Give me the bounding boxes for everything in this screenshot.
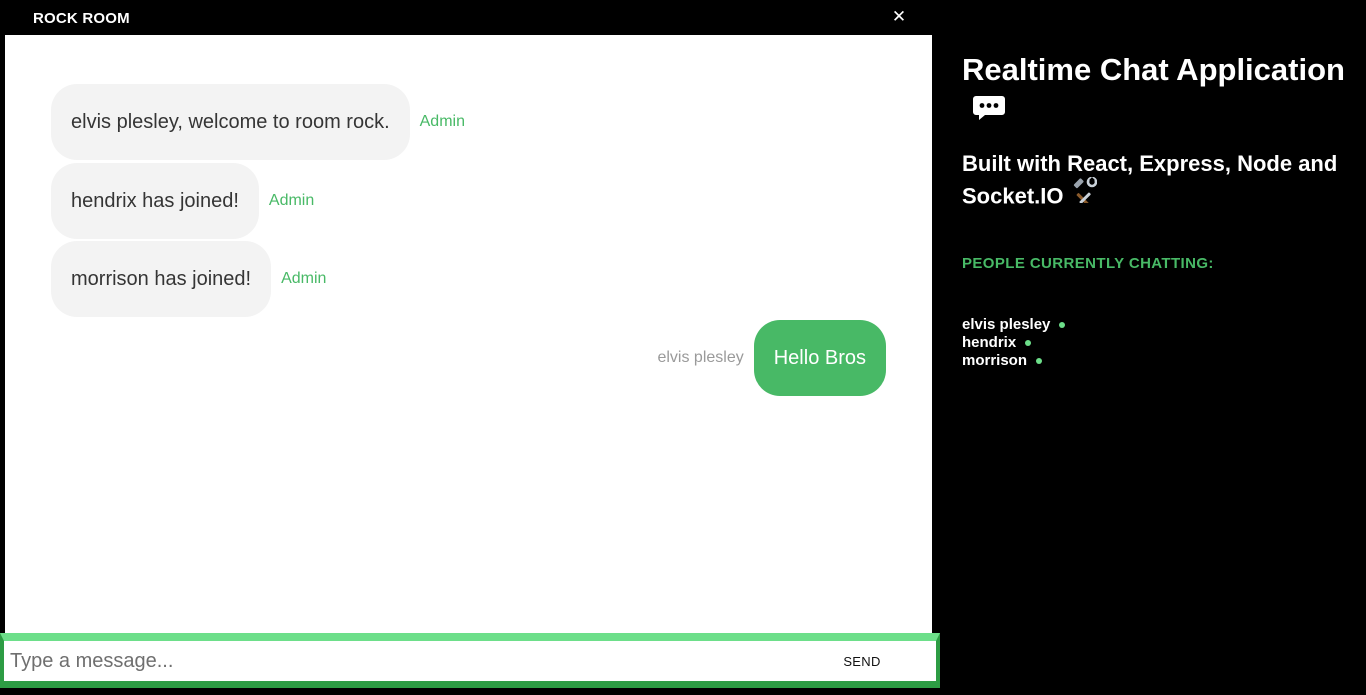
online-dot-icon <box>1059 322 1066 329</box>
message-sender: Admin <box>419 113 465 130</box>
hammer-wrench-icon <box>1071 177 1098 212</box>
send-button[interactable]: SEND <box>804 643 920 679</box>
people-list: elvis plesley hendrix morrison <box>962 316 1352 370</box>
chat-panel: ROCK ROOM ✕ elvis plesley, welcome to ro… <box>0 0 940 695</box>
room-name: ROCK ROOM <box>33 10 130 27</box>
message-list: elvis plesley, welcome to room rock. Adm… <box>5 35 932 633</box>
message-bubble: hendrix has joined! <box>51 163 259 239</box>
message-row: morrison has joined! Admin <box>51 241 326 317</box>
close-icon[interactable]: ✕ <box>890 7 908 27</box>
person-name: elvis plesley <box>962 316 1051 334</box>
person-item: hendrix <box>962 334 1352 352</box>
people-heading: PEOPLE CURRENTLY CHATTING: <box>962 255 1214 273</box>
person-item: morrison <box>962 352 1352 370</box>
app-title-text: Realtime Chat Application <box>962 52 1345 87</box>
message-row: elvis plesley, welcome to room rock. Adm… <box>51 84 465 160</box>
person-name: hendrix <box>962 334 1017 352</box>
own-message-row: elvis plesley Hello Bros <box>657 320 886 396</box>
app-title: Realtime Chat Application <box>962 48 1352 136</box>
message-composer: SEND <box>0 633 940 688</box>
message-sender: Admin <box>281 270 327 287</box>
info-panel: Realtime Chat Application Built with Rea… <box>962 48 1352 386</box>
person-name: morrison <box>962 352 1028 370</box>
message-sender: elvis plesley <box>657 349 744 366</box>
message-input[interactable] <box>10 645 790 677</box>
message-bubble: morrison has joined! <box>51 241 272 317</box>
message-sender: Admin <box>268 192 315 209</box>
own-message-bubble: Hello Bros <box>753 320 886 396</box>
built-with: Built with React, Express, Node and Sock… <box>962 148 1352 215</box>
online-dot-icon <box>1025 340 1032 347</box>
online-dot-icon <box>1036 358 1043 365</box>
person-item: elvis plesley <box>962 316 1352 334</box>
message-bubble: elvis plesley, welcome to room rock. <box>51 84 410 160</box>
chat-app: ROCK ROOM ✕ elvis plesley, welcome to ro… <box>0 0 1366 695</box>
message-row: hendrix has joined! Admin <box>51 163 314 239</box>
speech-bubble-icon <box>972 90 1006 133</box>
room-header: ROCK ROOM ✕ <box>0 0 932 35</box>
built-with-text: Built with React, Express, Node and Sock… <box>962 151 1338 209</box>
